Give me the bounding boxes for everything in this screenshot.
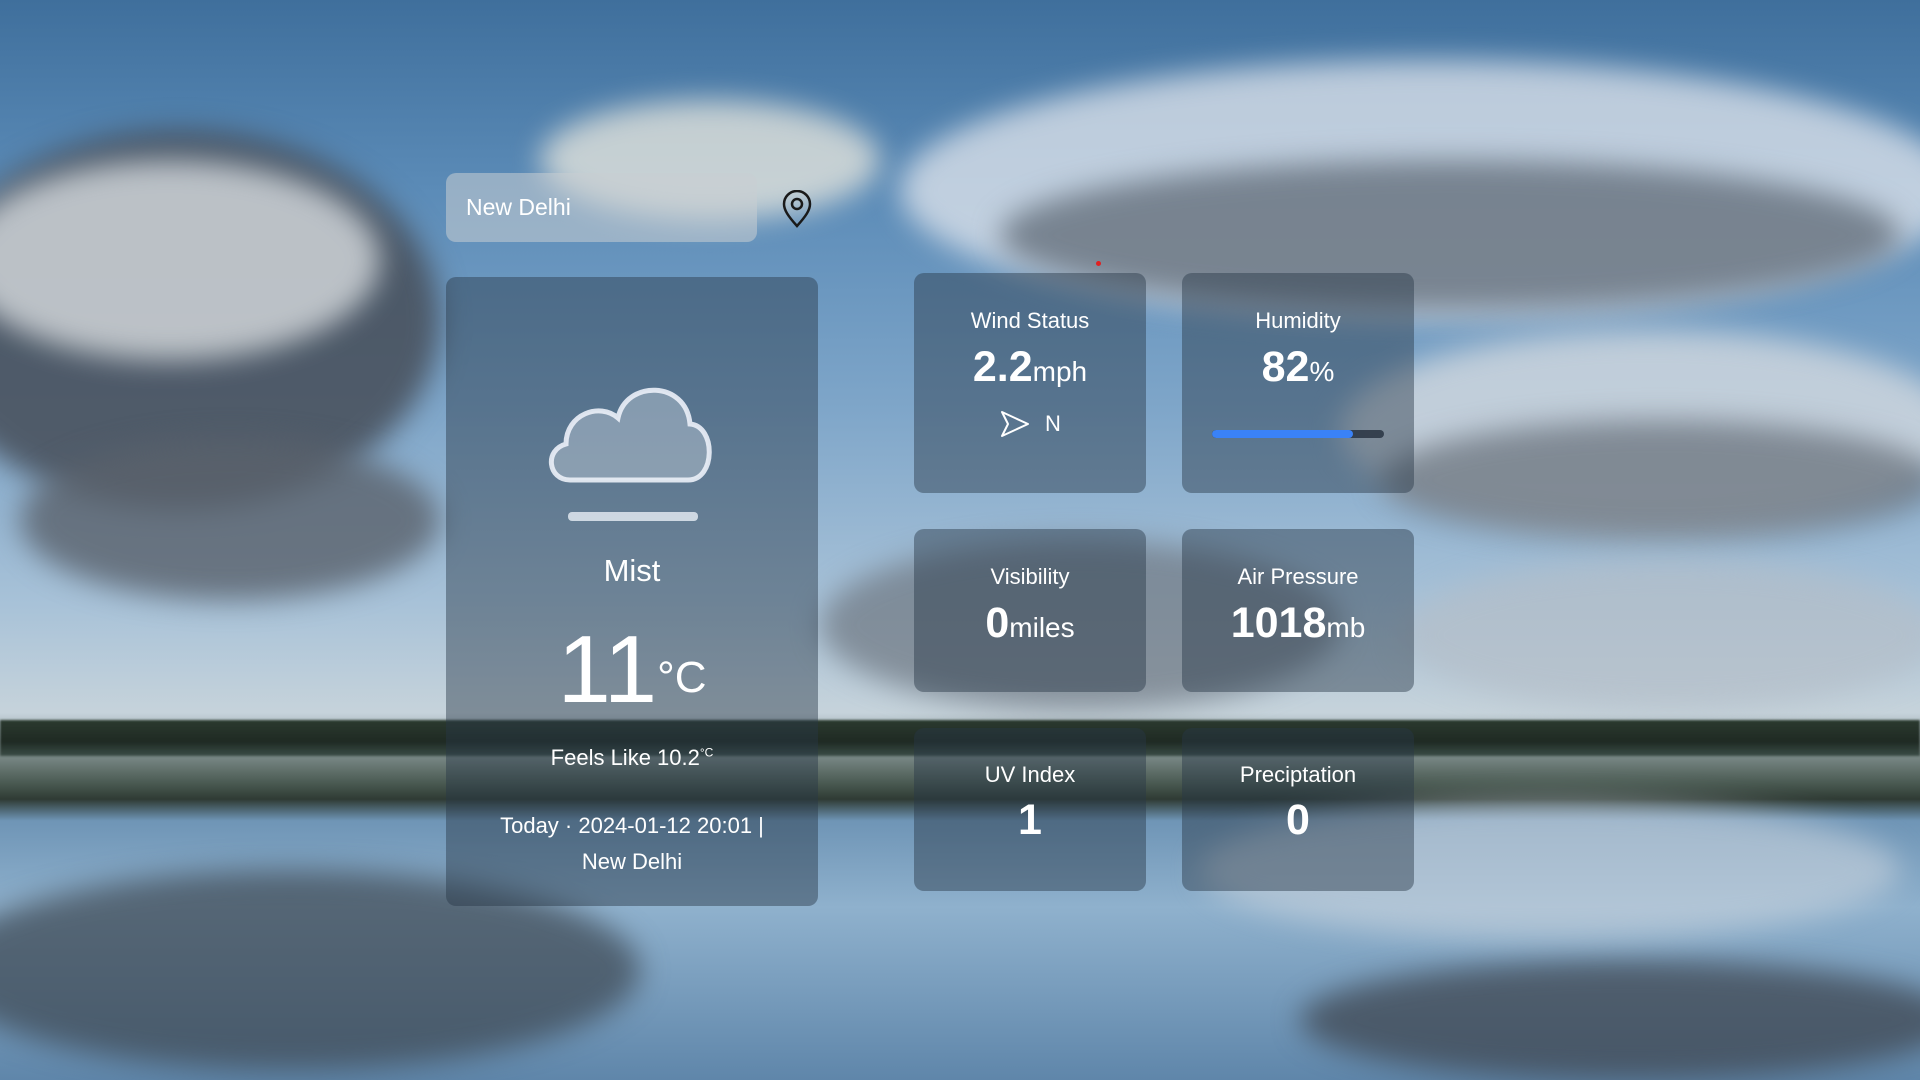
humidity-value: 82 [1261, 343, 1310, 391]
air-pressure-unit: mb [1326, 612, 1366, 643]
precipitation-title: Preciptation [1239, 762, 1357, 787]
visibility-reading: 0miles [914, 599, 1146, 648]
wind-speed-value: 2.2 [972, 343, 1033, 391]
visibility-title: Visibility [990, 564, 1070, 589]
date-time-text: Today · 2024-01-12 20:01 | [500, 813, 764, 838]
cloud-mist-icon [548, 387, 712, 521]
wind-direction-label: N [1045, 411, 1061, 436]
feels-like-text: Feels Like 10.2 [550, 745, 700, 770]
humidity-reading: 82% [1182, 343, 1414, 392]
wind-speed-unit: mph [1032, 356, 1088, 387]
wind-status-title: Wind Status [970, 308, 1090, 333]
humidity-unit: % [1309, 356, 1335, 387]
air-pressure-reading: 1018mb [1182, 599, 1414, 648]
air-pressure-title: Air Pressure [1237, 564, 1359, 589]
navigation-arrow-icon [1001, 411, 1030, 437]
wind-direction: N [914, 409, 1146, 439]
air-pressure-card: Air Pressure 1018mb [1182, 529, 1414, 692]
search-field[interactable] [446, 173, 757, 242]
humidity-progress-bar [1212, 430, 1384, 438]
weather-condition: Mist [603, 553, 661, 588]
uv-index-title: UV Index [984, 762, 1076, 787]
humidity-card: Humidity 82% [1182, 273, 1414, 493]
humidity-progress-fill [1212, 430, 1354, 438]
cloud-shape [20, 440, 440, 600]
cloud-shape [1400, 560, 1920, 710]
indicator-dot [1096, 261, 1101, 266]
date-location: Today · 2024-01-12 20:01 | New Delhi [466, 808, 798, 880]
humidity-title: Humidity [1255, 308, 1341, 333]
temperature-value: 11 [557, 616, 658, 723]
wind-status-card: Wind Status 2.2mph N [914, 273, 1146, 493]
precipitation-card: Preciptation 0 [1182, 728, 1414, 891]
visibility-card: Visibility 0miles [914, 529, 1146, 692]
uv-index-card: UV Index 1 [914, 728, 1146, 891]
temperature-unit: °C [657, 653, 707, 702]
location-text: New Delhi [581, 849, 683, 874]
cloud-shape [1380, 420, 1920, 540]
feels-like: Feels Like 10.2°C [446, 745, 818, 771]
cloud-reflection [1300, 960, 1920, 1080]
air-pressure-value: 1018 [1230, 599, 1327, 647]
uv-index-value: 1 [1018, 796, 1042, 844]
search-input[interactable] [464, 193, 739, 222]
visibility-value: 0 [985, 599, 1010, 647]
visibility-unit: miles [1009, 612, 1075, 643]
precipitation-value: 0 [1286, 796, 1310, 844]
location-pin-icon[interactable] [780, 190, 814, 228]
current-temperature: 11°C [446, 615, 818, 725]
wind-speed: 2.2mph [914, 343, 1146, 392]
feels-like-unit: °C [699, 745, 714, 760]
